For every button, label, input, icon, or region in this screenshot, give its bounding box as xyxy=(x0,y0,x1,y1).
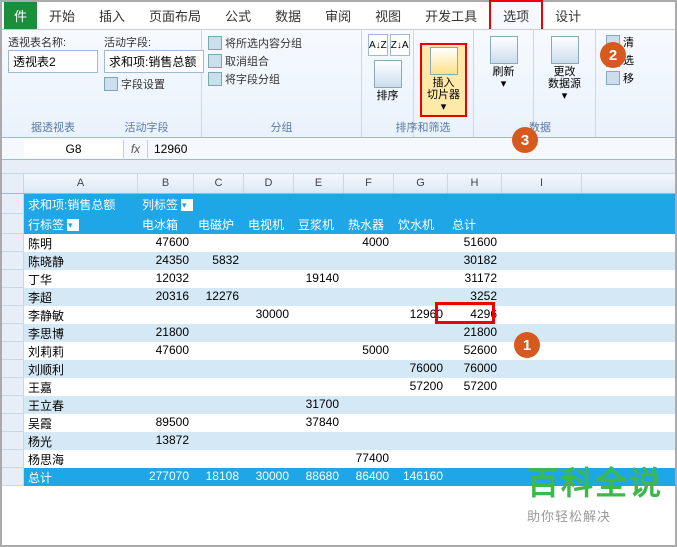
group-field-button[interactable]: 将字段分组 xyxy=(208,70,355,88)
group-icon xyxy=(208,36,222,50)
tab-view[interactable]: 视图 xyxy=(363,2,413,29)
fx-icon[interactable]: fx xyxy=(124,140,148,158)
tab-design[interactable]: 设计 xyxy=(543,2,593,29)
formula-value[interactable]: 12960 xyxy=(148,140,675,158)
sort-icon xyxy=(374,60,402,88)
tab-option[interactable]: 选项 xyxy=(489,0,543,29)
pt-name-label: 透视表名称: xyxy=(8,34,98,50)
dropdown-icon[interactable] xyxy=(181,199,193,211)
group-datasource: 更改数据源 ▾ 数据 xyxy=(534,30,596,137)
grid-body: 求和项:销售总额 列标签 行标签 电冰箱 电磁炉 电视机 豆浆机 热水器 饮水机… xyxy=(2,194,675,486)
group-label-pt: 据透视表 xyxy=(8,117,98,135)
annotation-1: 1 xyxy=(514,332,540,358)
sum-label: 求和项:销售总额 xyxy=(24,194,138,214)
group-label-grouping: 分组 xyxy=(208,117,355,135)
group-selection-button[interactable]: 将所选内容分组 xyxy=(208,34,355,52)
table-row[interactable]: 陈明47600400051600 xyxy=(2,234,675,252)
sort-asc-button[interactable]: A↓Z xyxy=(368,34,388,56)
pivot-header-2: 行标签 电冰箱 电磁炉 电视机 豆浆机 热水器 饮水机 总计 xyxy=(2,214,675,234)
move-button[interactable]: 移 xyxy=(606,70,669,86)
table-row[interactable]: 刘顺利7600076000 xyxy=(2,360,675,378)
ribbon: 透视表名称: 透视表2 活动字段: 求和项:销售总额 字段设置 据透视表 活动字… xyxy=(2,30,675,138)
pt-name-box[interactable]: 透视表2 xyxy=(8,50,98,73)
col-A[interactable]: A xyxy=(24,174,138,193)
table-row[interactable]: 李静敏30000129604296 xyxy=(2,306,675,324)
group-label-sort: 排序和筛选 xyxy=(368,117,478,135)
ungroup-button[interactable]: 取消组合 xyxy=(208,52,355,70)
annotation-3: 3 xyxy=(512,127,538,153)
bar-spacer xyxy=(2,160,675,174)
sort-button[interactable]: 排序 xyxy=(368,58,407,104)
col-H[interactable]: H xyxy=(448,174,502,193)
formula-bar: G8 fx 12960 xyxy=(2,138,675,160)
watermark-sub: 助你轻松解决 xyxy=(527,506,663,525)
change-source-button[interactable]: 更改数据源 ▾ xyxy=(540,34,589,104)
group-grouping: 将所选内容分组 取消组合 将字段分组 分组 xyxy=(202,30,362,137)
group-label-data: 数据 xyxy=(480,117,600,135)
slicer-icon xyxy=(430,47,458,75)
tab-dev[interactable]: 开发工具 xyxy=(413,2,489,29)
pivot-header-1: 求和项:销售总额 列标签 xyxy=(2,194,675,214)
table-row[interactable]: 吴霞8950037840 xyxy=(2,414,675,432)
table-row[interactable]: 杨光13872 xyxy=(2,432,675,450)
tab-start[interactable]: 开始 xyxy=(37,2,87,29)
refresh-button[interactable]: 刷新▾ xyxy=(480,34,527,92)
active-field-label: 活动字段: xyxy=(104,34,204,50)
spreadsheet-grid[interactable]: A B C D E F G H I 求和项:销售总额 列标签 行标签 电冰箱 电… xyxy=(2,174,675,486)
tab-layout[interactable]: 页面布局 xyxy=(137,2,213,29)
col-E[interactable]: E xyxy=(294,174,344,193)
table-row[interactable]: 陈晓静24350583230182 xyxy=(2,252,675,270)
active-field-box[interactable]: 求和项:销售总额 xyxy=(104,50,204,73)
col-G[interactable]: G xyxy=(394,174,448,193)
datasource-icon xyxy=(551,36,579,64)
column-headers: A B C D E F G H I xyxy=(2,174,675,194)
table-row[interactable]: 李超20316122763252 xyxy=(2,288,675,306)
watermark-title: 百科全说 xyxy=(527,458,663,504)
tab-data[interactable]: 数据 xyxy=(263,2,313,29)
annotation-2: 2 xyxy=(600,42,626,68)
group-slicer: 插入切片器 ▾ 排序和筛选 xyxy=(414,30,474,137)
col-I[interactable]: I xyxy=(502,174,582,193)
group-label-active: 活动字段 xyxy=(98,117,195,135)
tab-review[interactable]: 审阅 xyxy=(313,2,363,29)
name-box[interactable]: G8 xyxy=(24,140,124,158)
table-row[interactable]: 丁华120321914031172 xyxy=(2,270,675,288)
watermark: 百科全说 助你轻松解决 xyxy=(527,458,663,525)
table-row[interactable]: 刘莉莉47600500052600 xyxy=(2,342,675,360)
group-active-field: 透视表名称: 透视表2 活动字段: 求和项:销售总额 字段设置 据透视表 活动字… xyxy=(2,30,202,137)
col-labels[interactable]: 列标签 xyxy=(138,194,194,214)
sort-desc-button[interactable]: Z↓A xyxy=(390,34,410,56)
field-settings-button[interactable]: 字段设置 xyxy=(104,75,195,93)
row-labels[interactable]: 行标签 xyxy=(24,214,138,234)
col-F[interactable]: F xyxy=(344,174,394,193)
table-row[interactable]: 李思博2180021800 xyxy=(2,324,675,342)
move-icon xyxy=(606,71,620,85)
ribbon-tabs: 件 开始 插入 页面布局 公式 数据 审阅 视图 开发工具 选项 设计 xyxy=(2,2,675,30)
col-C[interactable]: C xyxy=(194,174,244,193)
dropdown-icon[interactable] xyxy=(67,219,79,231)
tab-insert[interactable]: 插入 xyxy=(87,2,137,29)
table-row[interactable]: 王嘉5720057200 xyxy=(2,378,675,396)
insert-slicer-button[interactable]: 插入切片器 ▾ xyxy=(420,43,467,117)
ungroup-icon xyxy=(208,54,222,68)
table-row[interactable]: 王立春31700 xyxy=(2,396,675,414)
group-field-icon xyxy=(208,72,222,86)
tab-formula[interactable]: 公式 xyxy=(213,2,263,29)
refresh-icon xyxy=(490,36,518,64)
field-settings-icon xyxy=(104,77,118,91)
col-B[interactable]: B xyxy=(138,174,194,193)
col-D[interactable]: D xyxy=(244,174,294,193)
tab-file[interactable]: 件 xyxy=(4,2,37,29)
